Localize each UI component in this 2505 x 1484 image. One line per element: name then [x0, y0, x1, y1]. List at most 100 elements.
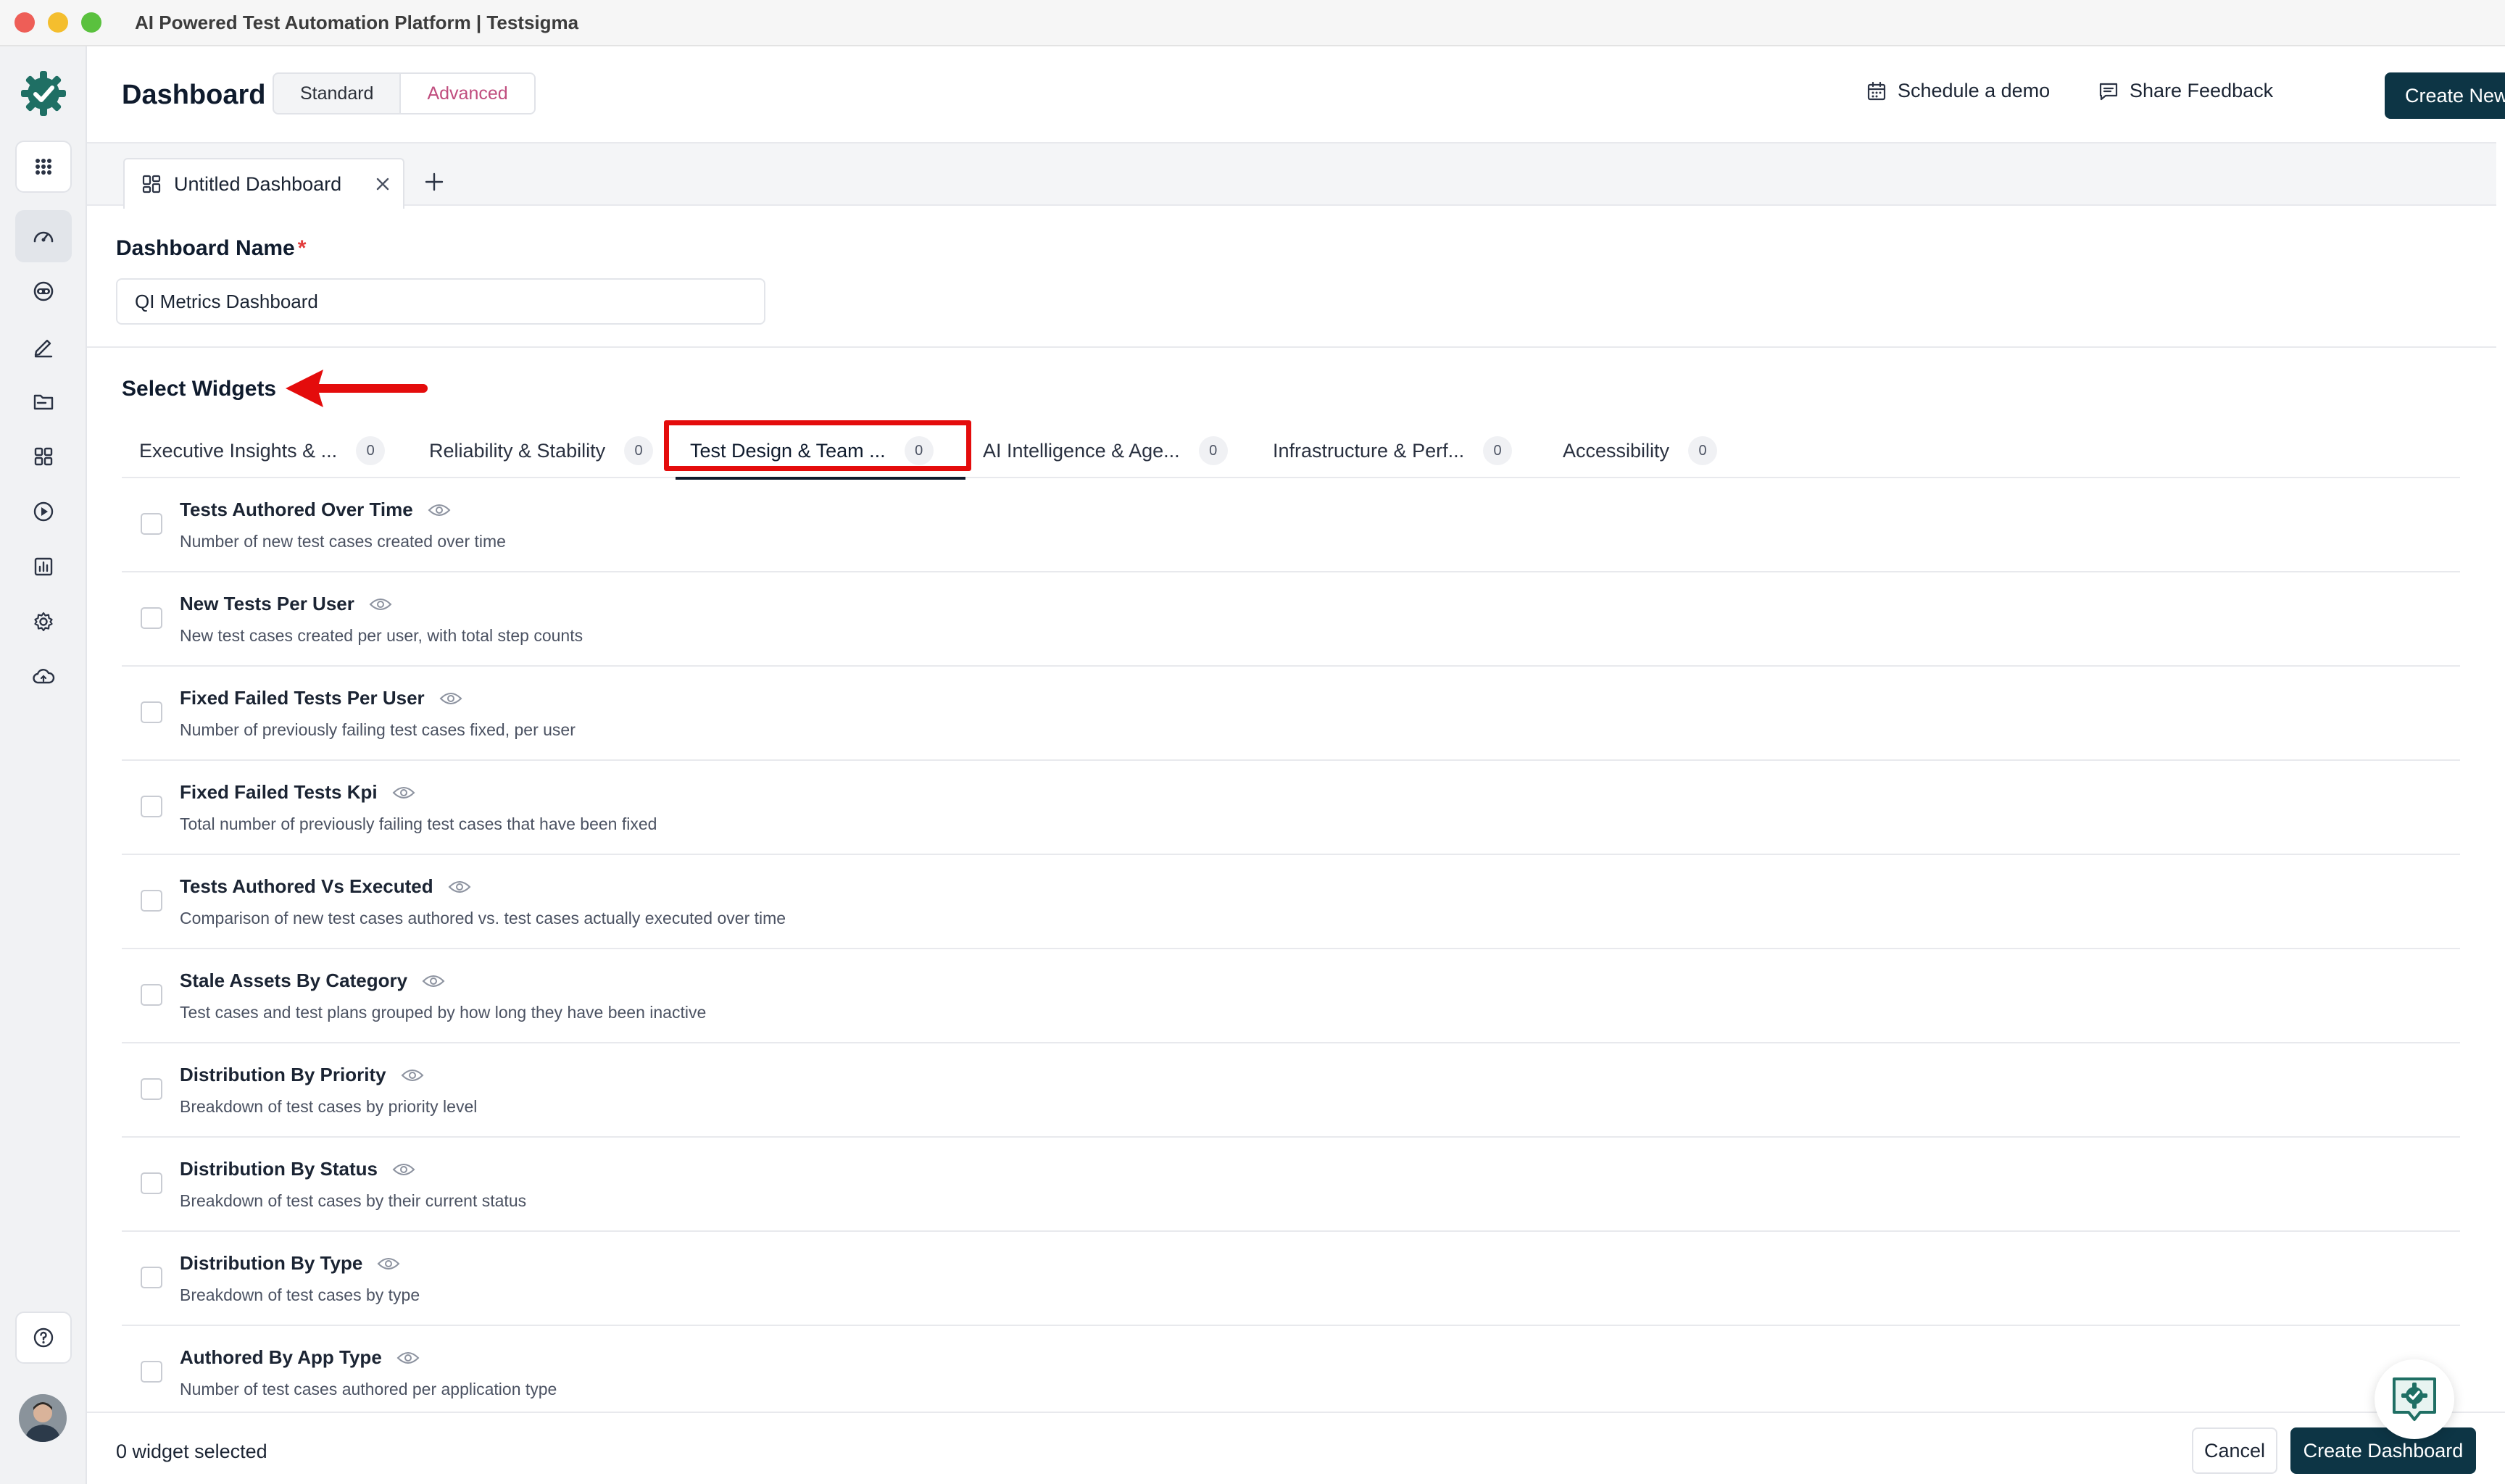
view-mode-toggle: Standard Advanced [273, 72, 536, 114]
share-feedback-label: Share Feedback [2130, 80, 2274, 101]
window-title: AI Powered Test Automation Platform | Te… [135, 11, 579, 33]
widget-category-tabs: Executive Insights & ... 0 Reliability &… [122, 425, 2460, 480]
sidebar-item-agents[interactable] [15, 265, 72, 317]
annotation-arrow-icon [286, 370, 428, 407]
widget-title: Stale Assets By Category [180, 970, 445, 992]
required-mark: * [297, 236, 307, 260]
tab-infrastructure-performance-label: Infrastructure & Perf... [1273, 439, 1465, 462]
tab-untitled-dashboard[interactable]: Untitled Dashboard [123, 158, 404, 209]
widget-title: Authored By App Type [180, 1346, 420, 1369]
speedometer-icon [33, 231, 54, 243]
list-item[interactable]: Distribution By Priority Breakdown of te… [122, 1043, 2460, 1138]
tab-infrastructure-performance[interactable]: Infrastructure & Perf... 0 [1273, 425, 1513, 477]
eye-icon[interactable] [448, 879, 471, 895]
create-new-button[interactable]: Create New [2385, 72, 2505, 119]
eye-icon[interactable] [369, 596, 392, 612]
widget-title: Distribution By Priority [180, 1064, 424, 1086]
widget-description: Breakdown of test cases by their current… [180, 1191, 527, 1210]
widget-checkbox[interactable] [141, 607, 162, 629]
chat-assistant-button[interactable] [2375, 1359, 2454, 1439]
schedule-demo-link[interactable]: Schedule a demo [1866, 80, 2050, 102]
help-button[interactable] [15, 1312, 72, 1364]
modules-grid-icon [34, 447, 53, 466]
eye-icon[interactable] [422, 973, 445, 989]
widget-title-text: Stale Assets By Category [180, 970, 408, 991]
eye-icon[interactable] [392, 1162, 415, 1177]
list-item[interactable]: Distribution By Type Breakdown of test c… [122, 1232, 2460, 1326]
dashboard-name-label: Dashboard Name * [116, 236, 306, 261]
list-item[interactable]: Stale Assets By Category Test cases and … [122, 949, 2460, 1043]
close-window-button[interactable] [14, 12, 35, 33]
list-item[interactable]: Distribution By Status Breakdown of test… [122, 1138, 2460, 1232]
eye-icon[interactable] [396, 1350, 420, 1366]
tab-accessibility-label: Accessibility [1563, 439, 1670, 462]
tab-executive-insights-label: Executive Insights & ... [139, 439, 338, 462]
testsigma-logo-icon[interactable] [18, 68, 69, 119]
widget-title-text: Authored By App Type [180, 1346, 382, 1368]
create-new-label: Create New [2405, 84, 2505, 107]
cancel-button[interactable]: Cancel [2192, 1427, 2277, 1474]
widget-checkbox[interactable] [141, 701, 162, 723]
list-item[interactable]: Fixed Failed Tests Kpi Total number of p… [122, 761, 2460, 855]
widget-description: Test cases and test plans grouped by how… [180, 1003, 707, 1022]
gear-icon [34, 612, 53, 632]
sidebar-item-dashboard[interactable] [15, 210, 72, 262]
widget-description: Number of new test cases created over ti… [180, 532, 506, 551]
tab-ai-intelligence-label: AI Intelligence & Age... [983, 439, 1180, 462]
widget-title-text: Tests Authored Vs Executed [180, 875, 433, 897]
widget-description: Breakdown of test cases by type [180, 1285, 420, 1304]
widget-checkbox[interactable] [141, 513, 162, 535]
sidebar-item-test-data[interactable] [15, 375, 72, 428]
tab-ai-intelligence[interactable]: AI Intelligence & Age... 0 [983, 425, 1228, 477]
annotation-highlight-box [664, 420, 971, 471]
dashboard-name-input[interactable] [116, 278, 765, 325]
tab-reliability-stability[interactable]: Reliability & Stability 0 [429, 425, 654, 477]
create-dashboard-button[interactable]: Create Dashboard [2290, 1427, 2476, 1474]
widget-checkbox[interactable] [141, 796, 162, 817]
tab-accessibility[interactable]: Accessibility 0 [1563, 425, 1718, 477]
sidebar-item-cloud[interactable] [15, 651, 72, 703]
eye-icon[interactable] [377, 1256, 400, 1272]
user-avatar[interactable] [19, 1394, 67, 1442]
widget-title-text: Fixed Failed Tests Per User [180, 687, 425, 709]
add-tab-icon[interactable] [423, 171, 445, 193]
list-item[interactable]: New Tests Per User New test cases create… [122, 572, 2460, 667]
list-item[interactable]: Fixed Failed Tests Per User Number of pr… [122, 667, 2460, 761]
eye-icon[interactable] [401, 1067, 424, 1083]
mode-advanced-button[interactable]: Advanced [399, 74, 534, 113]
page-title: Dashboard [122, 80, 266, 110]
mode-standard-button[interactable]: Standard [274, 74, 399, 113]
widget-checkbox[interactable] [141, 1361, 162, 1383]
selected-count: 0 widget selected [116, 1441, 267, 1462]
window-controls [14, 12, 101, 33]
count-badge: 0 [1483, 436, 1513, 465]
close-tab-icon[interactable] [374, 175, 391, 193]
minimize-window-button[interactable] [48, 12, 68, 33]
feedback-icon [2099, 83, 2118, 100]
widget-title-text: Distribution By Type [180, 1252, 363, 1274]
widget-checkbox[interactable] [141, 1172, 162, 1194]
play-circle-icon [33, 501, 54, 522]
eye-icon[interactable] [439, 691, 462, 706]
apps-grid-button[interactable] [15, 141, 72, 193]
sidebar-item-test-design[interactable] [15, 320, 72, 372]
sidebar-item-reports[interactable] [15, 541, 72, 593]
eye-icon[interactable] [428, 502, 451, 518]
maximize-window-button[interactable] [81, 12, 101, 33]
sidebar-item-settings[interactable] [15, 596, 72, 648]
eye-icon[interactable] [392, 785, 415, 801]
tab-executive-insights[interactable]: Executive Insights & ... 0 [139, 425, 386, 477]
chat-assistant-icon [2393, 1377, 2436, 1421]
widget-checkbox[interactable] [141, 984, 162, 1006]
list-item[interactable]: Authored By App Type Number of test case… [122, 1326, 2460, 1420]
widget-checkbox[interactable] [141, 890, 162, 912]
sidebar-item-modules[interactable] [15, 430, 72, 483]
widget-checkbox[interactable] [141, 1078, 162, 1100]
widget-description: Number of previously failing test cases … [180, 720, 576, 739]
widget-checkbox[interactable] [141, 1267, 162, 1288]
list-item[interactable]: Tests Authored Over Time Number of new t… [122, 478, 2460, 572]
share-feedback-link[interactable]: Share Feedback [2098, 80, 2273, 102]
list-item[interactable]: Tests Authored Vs Executed Comparison of… [122, 855, 2460, 949]
sidebar-item-runs[interactable] [15, 485, 72, 538]
widget-title-text: Distribution By Status [180, 1158, 378, 1180]
